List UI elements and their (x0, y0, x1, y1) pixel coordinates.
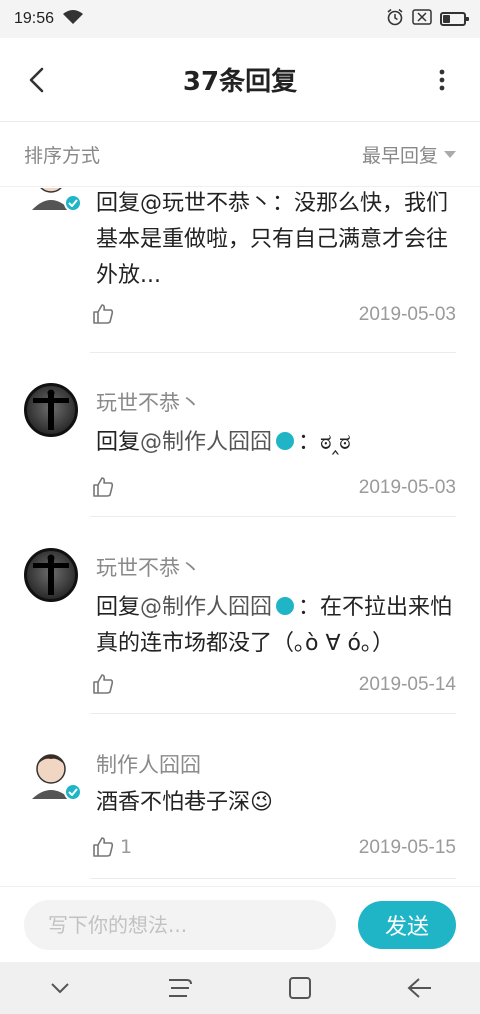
list-item: 玩世不恭丶 回复@制作人囧囧 ：在不拉出来怕真的连市场都没了（｡ò ∀ ó｡） 2… (0, 518, 480, 714)
avatar[interactable] (24, 383, 78, 437)
reply-date: 2019-05-14 (358, 674, 456, 695)
reply-date: 2019-05-15 (358, 837, 456, 858)
verified-badge-icon (64, 783, 82, 801)
chevron-left-icon (29, 67, 44, 93)
status-time: 19:56 (14, 10, 55, 27)
nav-collapse-button[interactable] (40, 968, 80, 1008)
reply-author[interactable]: 制作人囧囧 (96, 749, 201, 779)
nav-home-button[interactable] (280, 968, 320, 1008)
list-item: 制作人囧囧 酒香不怕巷子深😉 1 2019-05-15 (0, 715, 480, 879)
back-button[interactable] (18, 62, 54, 98)
christ-statue-icon (33, 389, 69, 430)
like-icon[interactable] (92, 476, 114, 498)
system-nav-bar (0, 962, 480, 1014)
reply-text: 酒香不怕巷子深😉 (96, 790, 273, 815)
recents-icon (169, 979, 192, 997)
reply-date: 2019-05-03 (358, 477, 456, 498)
list-item: 回复@玩世不恭丶：没那么快，我们基本是重做啦，只有自己满意才会往外放... 20… (0, 188, 480, 353)
sim-off-icon (412, 8, 432, 30)
like-icon[interactable] (92, 673, 114, 695)
reply-list[interactable]: 回复@玩世不恭丶：没那么快，我们基本是重做啦，只有自己满意才会往外放... 20… (0, 188, 480, 886)
comment-composer: 发送 (0, 886, 480, 962)
reply-text: 回复@玩世不恭丶：没那么快，我们基本是重做啦，只有自己满意才会往外放... (96, 191, 449, 288)
verified-badge-icon (276, 432, 295, 450)
status-bar: 19:56 (0, 0, 480, 38)
alarm-icon (386, 8, 404, 31)
sort-dropdown[interactable]: 最早回复 (362, 141, 456, 168)
reply-text: 回复@制作人囧囧 ：ಠ‸ಠ (96, 430, 351, 455)
reply-text: 回复@制作人囧囧 ：在不拉出来怕真的连市场都没了（｡ò ∀ ó｡） (96, 595, 453, 656)
comment-input[interactable] (24, 899, 336, 950)
list-item: 玩世不恭丶 回复@制作人囧囧 ：ಠ‸ಠ 2019-05-03 (0, 353, 480, 517)
mention-link[interactable]: @制作人囧囧 (140, 430, 272, 455)
like-count: 1 (120, 836, 133, 858)
avatar[interactable] (24, 548, 78, 602)
wifi-icon (62, 9, 84, 30)
sort-bar: 排序方式 最早回复 (0, 123, 480, 187)
send-button[interactable]: 发送 (358, 900, 456, 949)
divider (90, 516, 456, 517)
verified-badge-icon (276, 597, 295, 615)
more-vertical-icon (439, 69, 445, 91)
dropdown-arrow-icon (444, 151, 456, 158)
top-app-bar: 37条回复 (0, 38, 480, 122)
divider (90, 878, 456, 879)
sort-label: 排序方式 (24, 145, 101, 167)
verified-badge-icon (64, 194, 82, 212)
christ-statue-icon (33, 554, 69, 595)
sort-value: 最早回复 (361, 145, 438, 167)
back-arrow-icon (407, 978, 431, 998)
home-square-icon (289, 977, 311, 999)
like-icon[interactable] (92, 836, 114, 858)
battery-icon (440, 12, 469, 26)
reply-date: 2019-05-03 (358, 304, 456, 325)
avatar[interactable] (24, 188, 82, 212)
page-title: 37条回复 (182, 67, 298, 97)
more-options-button[interactable] (424, 62, 460, 98)
nav-back-button[interactable] (400, 968, 440, 1008)
reply-author[interactable]: 玩世不恭丶 (96, 552, 201, 582)
mention-link[interactable]: @制作人囧囧 (140, 595, 272, 620)
nav-recents-button[interactable] (160, 968, 200, 1008)
chevron-down-icon (51, 983, 69, 994)
avatar[interactable] (24, 745, 82, 801)
like-icon[interactable] (92, 303, 114, 325)
reply-author[interactable]: 玩世不恭丶 (96, 387, 201, 417)
divider (90, 713, 456, 714)
